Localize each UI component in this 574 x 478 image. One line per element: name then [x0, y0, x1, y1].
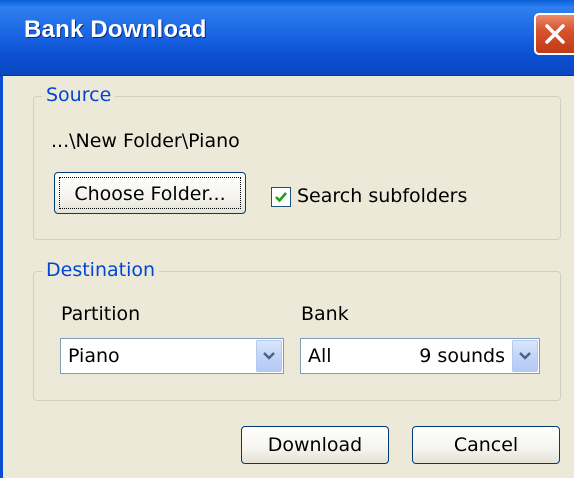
download-button[interactable]: Download	[241, 426, 389, 464]
partition-dropdown-button[interactable]	[256, 340, 282, 372]
source-group: Source	[33, 84, 561, 240]
choose-folder-label: Choose Folder...	[59, 177, 241, 209]
bank-value: All	[308, 345, 332, 367]
bank-select[interactable]: All 9 sounds	[300, 338, 540, 374]
partition-label: Partition	[61, 303, 141, 325]
bank-download-dialog: Bank Download Source ...\New Folder\Pian…	[0, 0, 574, 478]
dialog-client-area: Source ...\New Folder\Piano Choose Folde…	[0, 76, 574, 478]
checkmark-icon	[275, 192, 287, 203]
choose-folder-button[interactable]: Choose Folder...	[54, 172, 246, 214]
destination-legend: Destination	[42, 259, 160, 281]
search-subfolders-checkbox[interactable]	[271, 187, 291, 207]
chevron-down-icon	[519, 352, 531, 360]
source-legend: Source	[42, 84, 116, 106]
partition-value: Piano	[68, 345, 120, 367]
close-icon	[545, 24, 565, 44]
bank-label: Bank	[301, 303, 349, 325]
search-subfolders-label[interactable]: Search subfolders	[297, 185, 467, 207]
partition-select[interactable]: Piano	[60, 338, 284, 374]
cancel-button[interactable]: Cancel	[412, 426, 560, 464]
chevron-down-icon	[263, 352, 275, 360]
destination-group: Destination	[33, 259, 561, 401]
close-button[interactable]	[534, 13, 574, 55]
source-path: ...\New Folder\Piano	[51, 130, 240, 152]
window-title: Bank Download	[24, 16, 207, 43]
title-bar[interactable]: Bank Download	[0, 0, 574, 76]
bank-dropdown-button[interactable]	[512, 340, 538, 372]
bank-sound-count: 9 sounds	[419, 345, 505, 367]
